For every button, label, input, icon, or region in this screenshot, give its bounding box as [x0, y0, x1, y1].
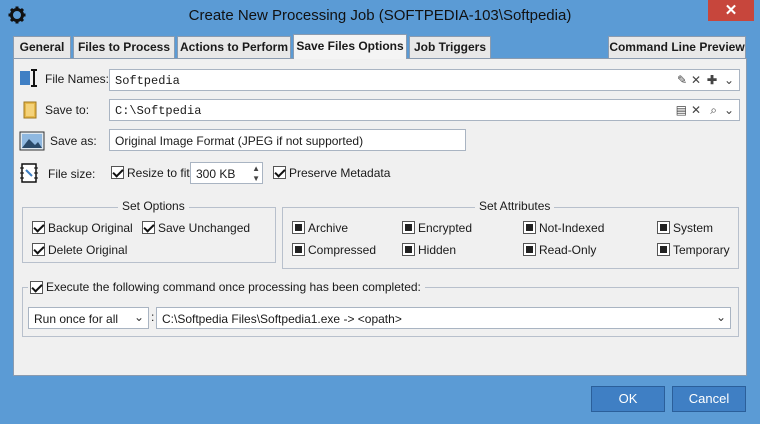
clear-icon[interactable]: ✕	[691, 104, 701, 116]
read-only-checkbox[interactable]	[523, 243, 536, 256]
spin-down-icon[interactable]: ▼	[252, 173, 260, 185]
encrypted-label: Encrypted	[418, 221, 473, 235]
delete-original-checkbox[interactable]	[32, 243, 45, 256]
not-indexed-label: Not-Indexed	[539, 221, 605, 235]
hidden-checkbox[interactable]	[402, 243, 415, 256]
tab-general[interactable]: General	[13, 36, 71, 58]
window-title: Create New Processing Job (SOFTPEDIA-103…	[188, 7, 572, 24]
search-icon[interactable]: ⌕	[710, 104, 717, 116]
resize-to-fit-label: Resize to fit:	[127, 166, 194, 180]
preserve-metadata-checkbox[interactable]	[273, 166, 286, 179]
tab-files-to-process[interactable]: Files to Process	[73, 36, 175, 58]
resize-to-fit-checkbox[interactable]	[111, 166, 124, 179]
save-as-value: Original Image Format (JPEG if not suppo…	[115, 134, 364, 148]
ok-button[interactable]: OK	[591, 386, 665, 412]
clear-icon[interactable]: ✕	[691, 74, 701, 86]
backup-original-checkbox[interactable]	[32, 221, 45, 234]
read-only-label: Read-Only	[539, 243, 597, 257]
save-unchanged-checkbox[interactable]	[142, 221, 155, 234]
dialog-window: Create New Processing Job (SOFTPEDIA-103…	[0, 0, 760, 424]
tab-actions-to-perform[interactable]: Actions to Perform	[177, 36, 291, 58]
set-attributes-title: Set Attributes	[475, 199, 555, 213]
tab-save-files-options[interactable]: Save Files Options	[293, 34, 407, 59]
file-size-icon	[20, 163, 38, 183]
preserve-metadata-label: Preserve Metadata	[289, 166, 391, 180]
compressed-checkbox[interactable]	[292, 243, 305, 256]
cancel-button[interactable]: Cancel	[672, 386, 746, 412]
save-to-value: C:\Softpedia	[115, 104, 202, 118]
save-as-label: Save as:	[50, 134, 97, 148]
compressed-label: Compressed	[308, 243, 377, 257]
run-mode-select[interactable]: Run once for all ⌄	[28, 307, 149, 329]
image-icon	[19, 131, 45, 151]
temporary-label: Temporary	[673, 243, 730, 257]
add-icon[interactable]: ✚	[707, 74, 717, 86]
system-checkbox[interactable]	[657, 221, 670, 234]
chevron-down-icon: ⌄	[715, 310, 726, 324]
execute-checkbox[interactable]	[30, 281, 43, 294]
run-mode-value: Run once for all	[34, 312, 119, 326]
text-cursor-icon	[20, 69, 37, 87]
tab-command-line-preview[interactable]: Command Line Preview	[608, 36, 746, 58]
file-names-field[interactable]: Softpedia ✎ ✕ ✚ ⌄	[109, 69, 740, 91]
tab-job-triggers[interactable]: Job Triggers	[409, 36, 491, 58]
execute-label: Execute the following command once proce…	[28, 280, 425, 294]
edit-icon[interactable]: ✎	[677, 74, 687, 86]
file-names-value: Softpedia	[115, 74, 180, 88]
save-options-panel: File Names: Softpedia ✎ ✕ ✚ ⌄ Save to: C…	[13, 58, 747, 376]
size-stepper[interactable]: 300 KB ▲ ▼	[190, 162, 263, 184]
folder-icon	[23, 101, 37, 119]
save-as-field[interactable]: Original Image Format (JPEG if not suppo…	[109, 129, 466, 151]
save-unchanged-label: Save Unchanged	[158, 221, 251, 235]
size-value: 300 KB	[196, 167, 236, 181]
close-icon: ✕	[724, 2, 738, 19]
save-to-field[interactable]: C:\Softpedia ▤ ✕ ⌕ ⌄	[109, 99, 740, 121]
file-names-label: File Names:	[45, 72, 110, 86]
system-label: System	[673, 221, 714, 235]
not-indexed-checkbox[interactable]	[523, 221, 536, 234]
close-button[interactable]: ✕	[708, 0, 754, 21]
command-value: C:\Softpedia Files\Softpedia1.exe -> <op…	[162, 312, 402, 326]
set-attributes-group	[282, 207, 739, 269]
chevron-down-icon[interactable]: ⌄	[724, 74, 734, 86]
encrypted-checkbox[interactable]	[402, 221, 415, 234]
save-to-label: Save to:	[45, 103, 90, 117]
backup-original-label: Backup Original	[48, 221, 133, 235]
chevron-down-icon[interactable]: ⌄	[724, 104, 734, 116]
delete-original-label: Delete Original	[48, 243, 128, 257]
archive-label: Archive	[308, 221, 349, 235]
hidden-label: Hidden	[418, 243, 457, 257]
set-options-title: Set Options	[118, 199, 189, 213]
chevron-down-icon: ⌄	[133, 310, 144, 324]
temporary-checkbox[interactable]	[657, 243, 670, 256]
command-separator: :	[151, 310, 155, 324]
title-bar: Create New Processing Job (SOFTPEDIA-103…	[0, 0, 760, 32]
folder-browse-icon[interactable]: ▤	[676, 104, 687, 116]
archive-checkbox[interactable]	[292, 221, 305, 234]
file-size-label: File size:	[48, 167, 96, 181]
command-select[interactable]: C:\Softpedia Files\Softpedia1.exe -> <op…	[156, 307, 731, 329]
